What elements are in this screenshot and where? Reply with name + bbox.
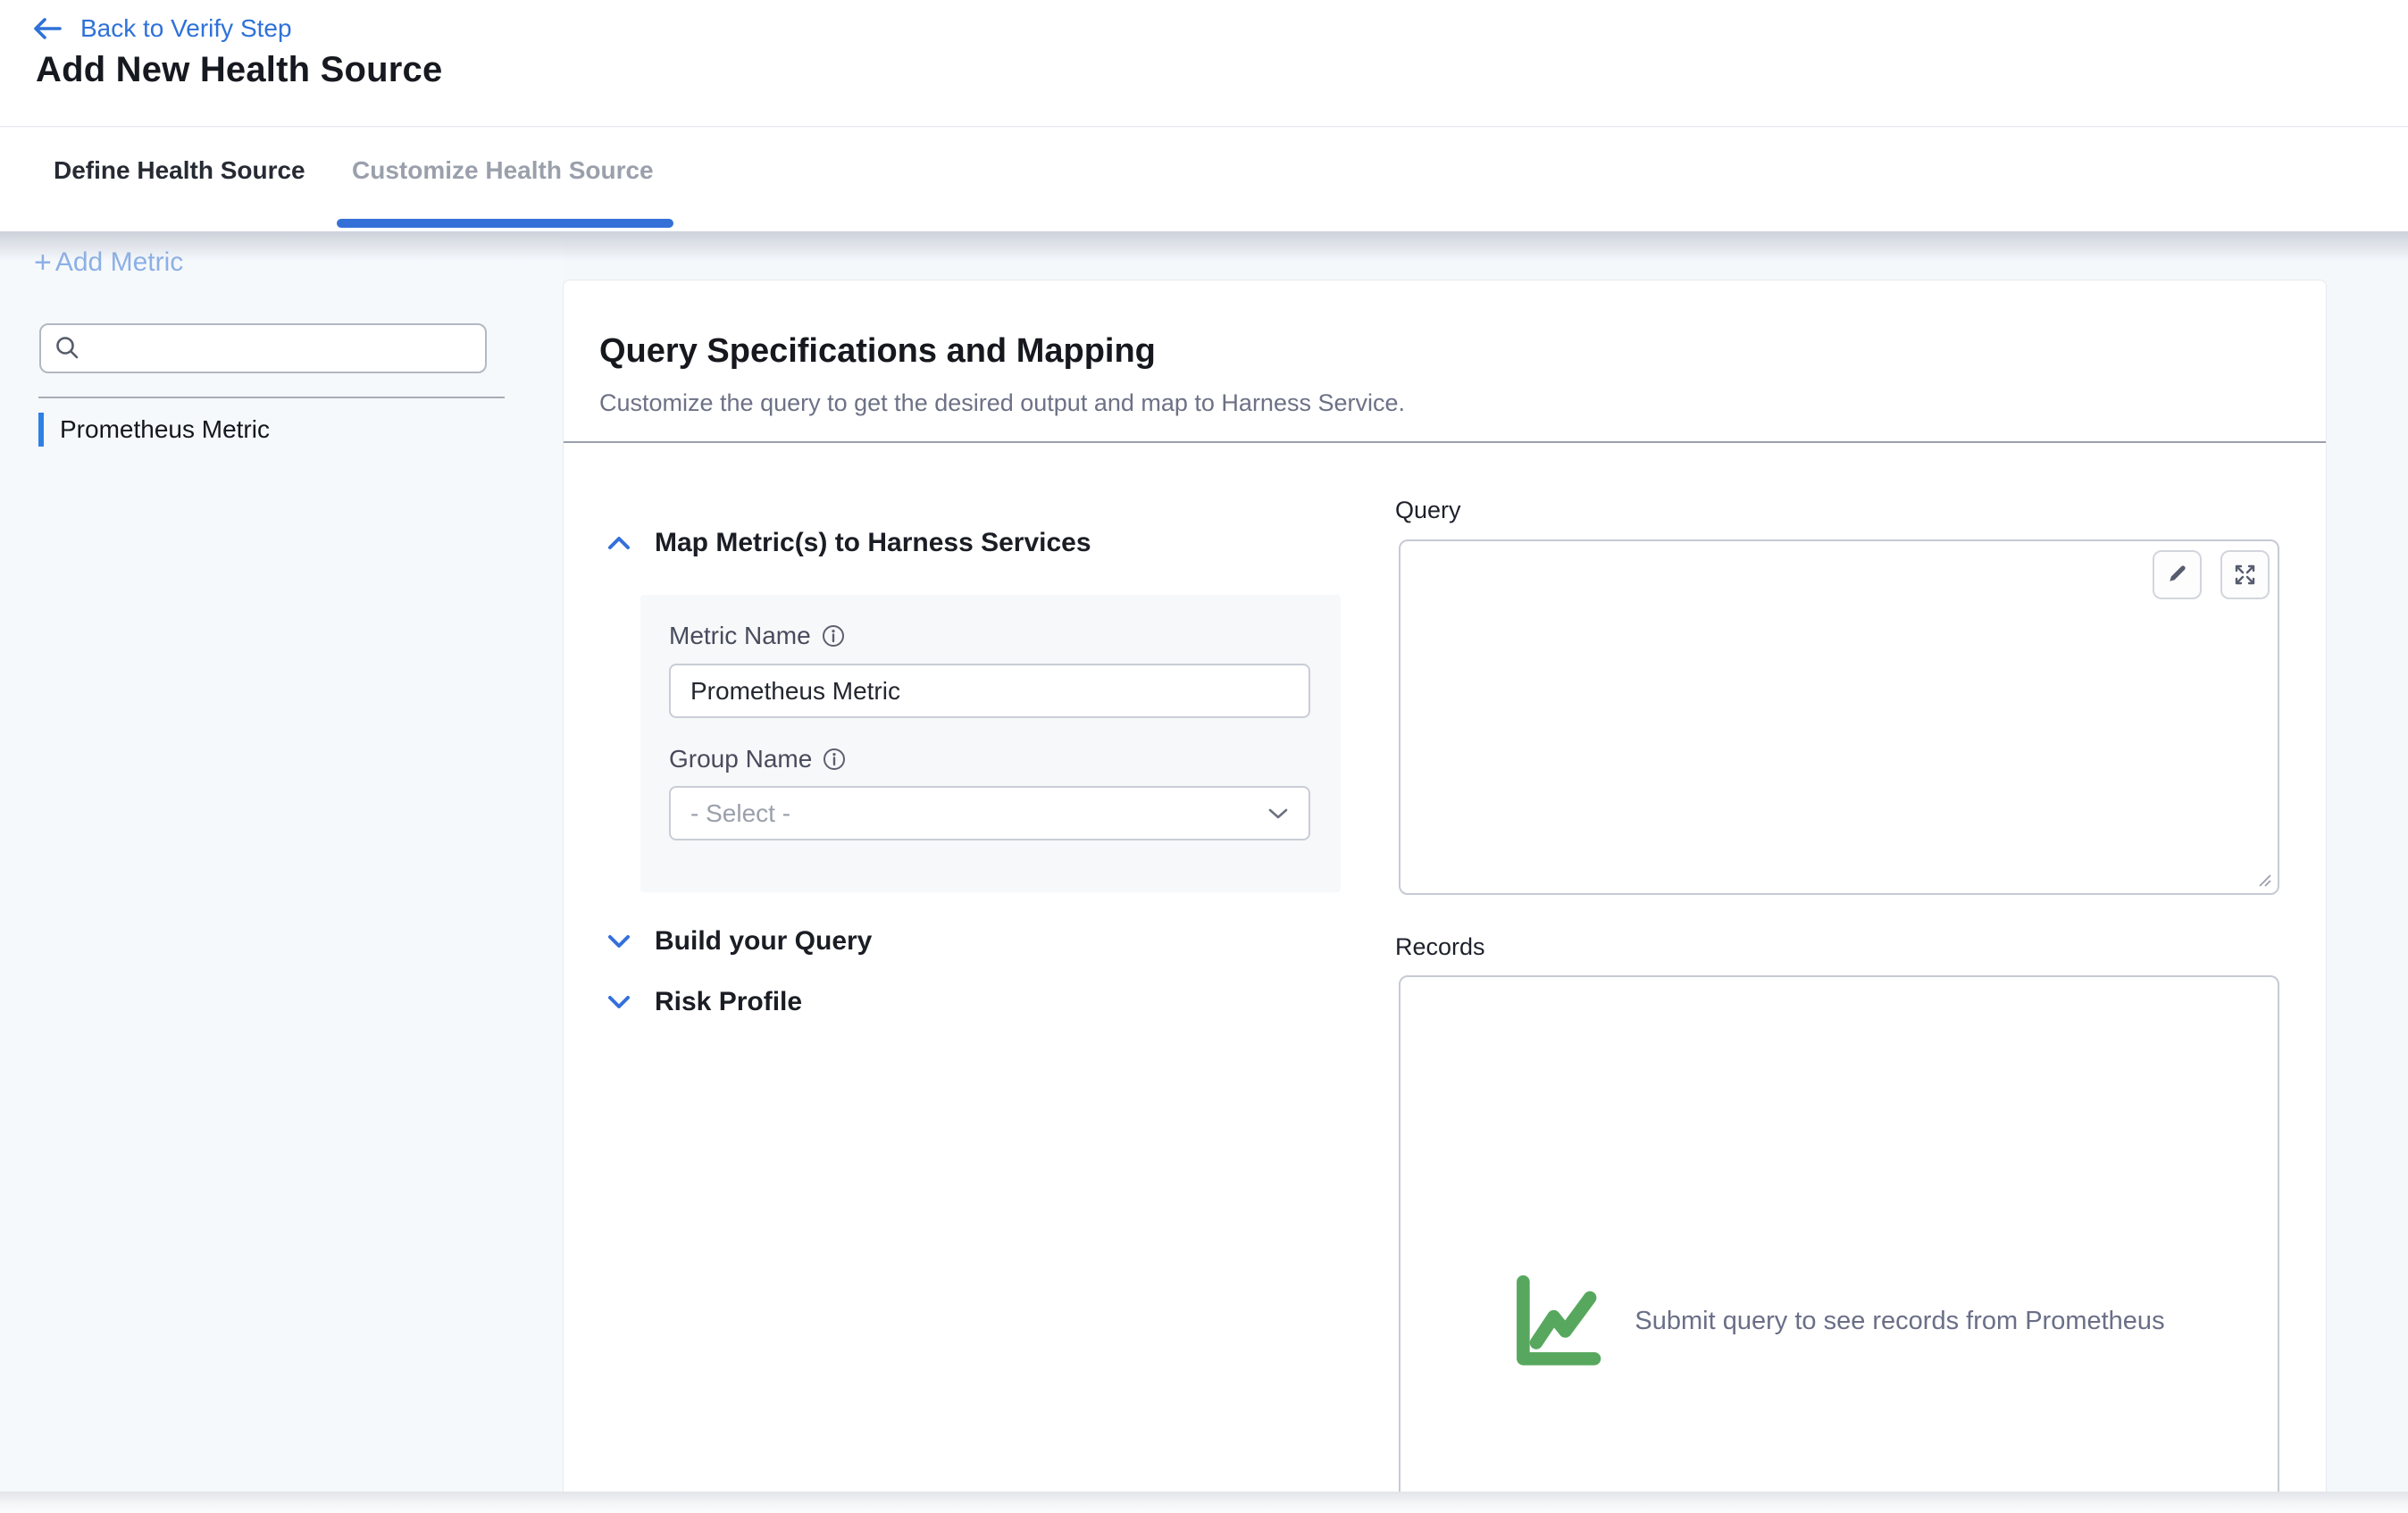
expand-query-button[interactable] xyxy=(2220,550,2270,599)
chevron-down-icon xyxy=(606,932,631,951)
info-icon[interactable] xyxy=(823,748,846,771)
records-empty-state: Submit query to see records from Prometh… xyxy=(1400,1272,2278,1370)
query-editor-box xyxy=(1399,539,2279,895)
back-arrow-icon xyxy=(32,16,63,41)
metric-search-box[interactable] xyxy=(39,323,487,373)
group-name-label: Group Name xyxy=(669,745,812,773)
page-header: Back to Verify Step Add New Health Sourc… xyxy=(0,0,2408,127)
section-map-metrics[interactable]: Map Metric(s) to Harness Services xyxy=(606,523,1091,563)
section-build-your-query[interactable]: Build your Query xyxy=(606,922,872,961)
card-subtitle: Customize the query to get the desired o… xyxy=(599,389,1405,417)
query-label: Query xyxy=(1395,497,1461,524)
metric-name-label: Metric Name xyxy=(669,622,811,650)
metric-name-input[interactable] xyxy=(669,664,1310,718)
sidebar-divider xyxy=(38,397,505,398)
records-empty-text: Submit query to see records from Prometh… xyxy=(1635,1307,2164,1336)
section-risk-profile[interactable]: Risk Profile xyxy=(606,982,802,1022)
pencil-icon xyxy=(2166,564,2189,587)
records-box: Submit query to see records from Prometh… xyxy=(1399,975,2279,1513)
tab-bar: Define Health Source Customize Health So… xyxy=(0,128,2408,231)
page-title: Add New Health Source xyxy=(36,50,442,90)
query-textarea[interactable] xyxy=(1400,541,2278,893)
back-to-verify-step-link[interactable]: Back to Verify Step xyxy=(32,11,292,46)
query-specifications-card: Query Specifications and Mapping Customi… xyxy=(563,280,2327,1513)
back-link-label: Back to Verify Step xyxy=(80,14,292,43)
plus-icon: + xyxy=(34,247,52,278)
section-label: Risk Profile xyxy=(655,987,802,1017)
search-icon xyxy=(54,334,82,363)
edit-query-button[interactable] xyxy=(2153,550,2202,599)
chevron-up-icon xyxy=(606,533,631,553)
selected-indicator-bar xyxy=(38,413,44,447)
records-label: Records xyxy=(1395,933,1485,961)
section-label: Build your Query xyxy=(655,926,872,957)
metric-search-input[interactable] xyxy=(91,335,485,363)
active-tab-underline xyxy=(337,219,673,228)
fullscreen-icon xyxy=(2233,563,2257,587)
chevron-down-icon xyxy=(606,992,631,1012)
tab-define-health-source[interactable]: Define Health Source xyxy=(54,156,305,185)
line-chart-icon xyxy=(1513,1272,1606,1370)
metric-name-label-row: Metric Name xyxy=(669,622,845,650)
map-metric-form-panel: Metric Name Group Name xyxy=(640,595,1341,892)
metric-item-label: Prometheus Metric xyxy=(60,415,270,444)
card-title: Query Specifications and Mapping xyxy=(599,332,1156,371)
section-label: Map Metric(s) to Harness Services xyxy=(655,528,1091,558)
card-divider xyxy=(564,441,2326,443)
info-icon[interactable] xyxy=(822,624,845,648)
add-metric-label: Add Metric xyxy=(55,247,183,278)
group-name-label-row: Group Name xyxy=(669,745,846,773)
content-area: + Add Metric Prometheus Metric Query Spe… xyxy=(0,231,2408,1513)
sidebar-item-prometheus-metric[interactable]: Prometheus Metric xyxy=(38,406,521,453)
select-placeholder: - Select - xyxy=(690,799,790,828)
add-metric-button[interactable]: + Add Metric xyxy=(34,242,183,283)
chevron-down-icon xyxy=(1267,807,1289,820)
tab-customize-health-source[interactable]: Customize Health Source xyxy=(352,156,654,185)
metrics-sidebar: + Add Metric Prometheus Metric xyxy=(0,231,563,1513)
group-name-select[interactable]: - Select - xyxy=(669,786,1310,840)
